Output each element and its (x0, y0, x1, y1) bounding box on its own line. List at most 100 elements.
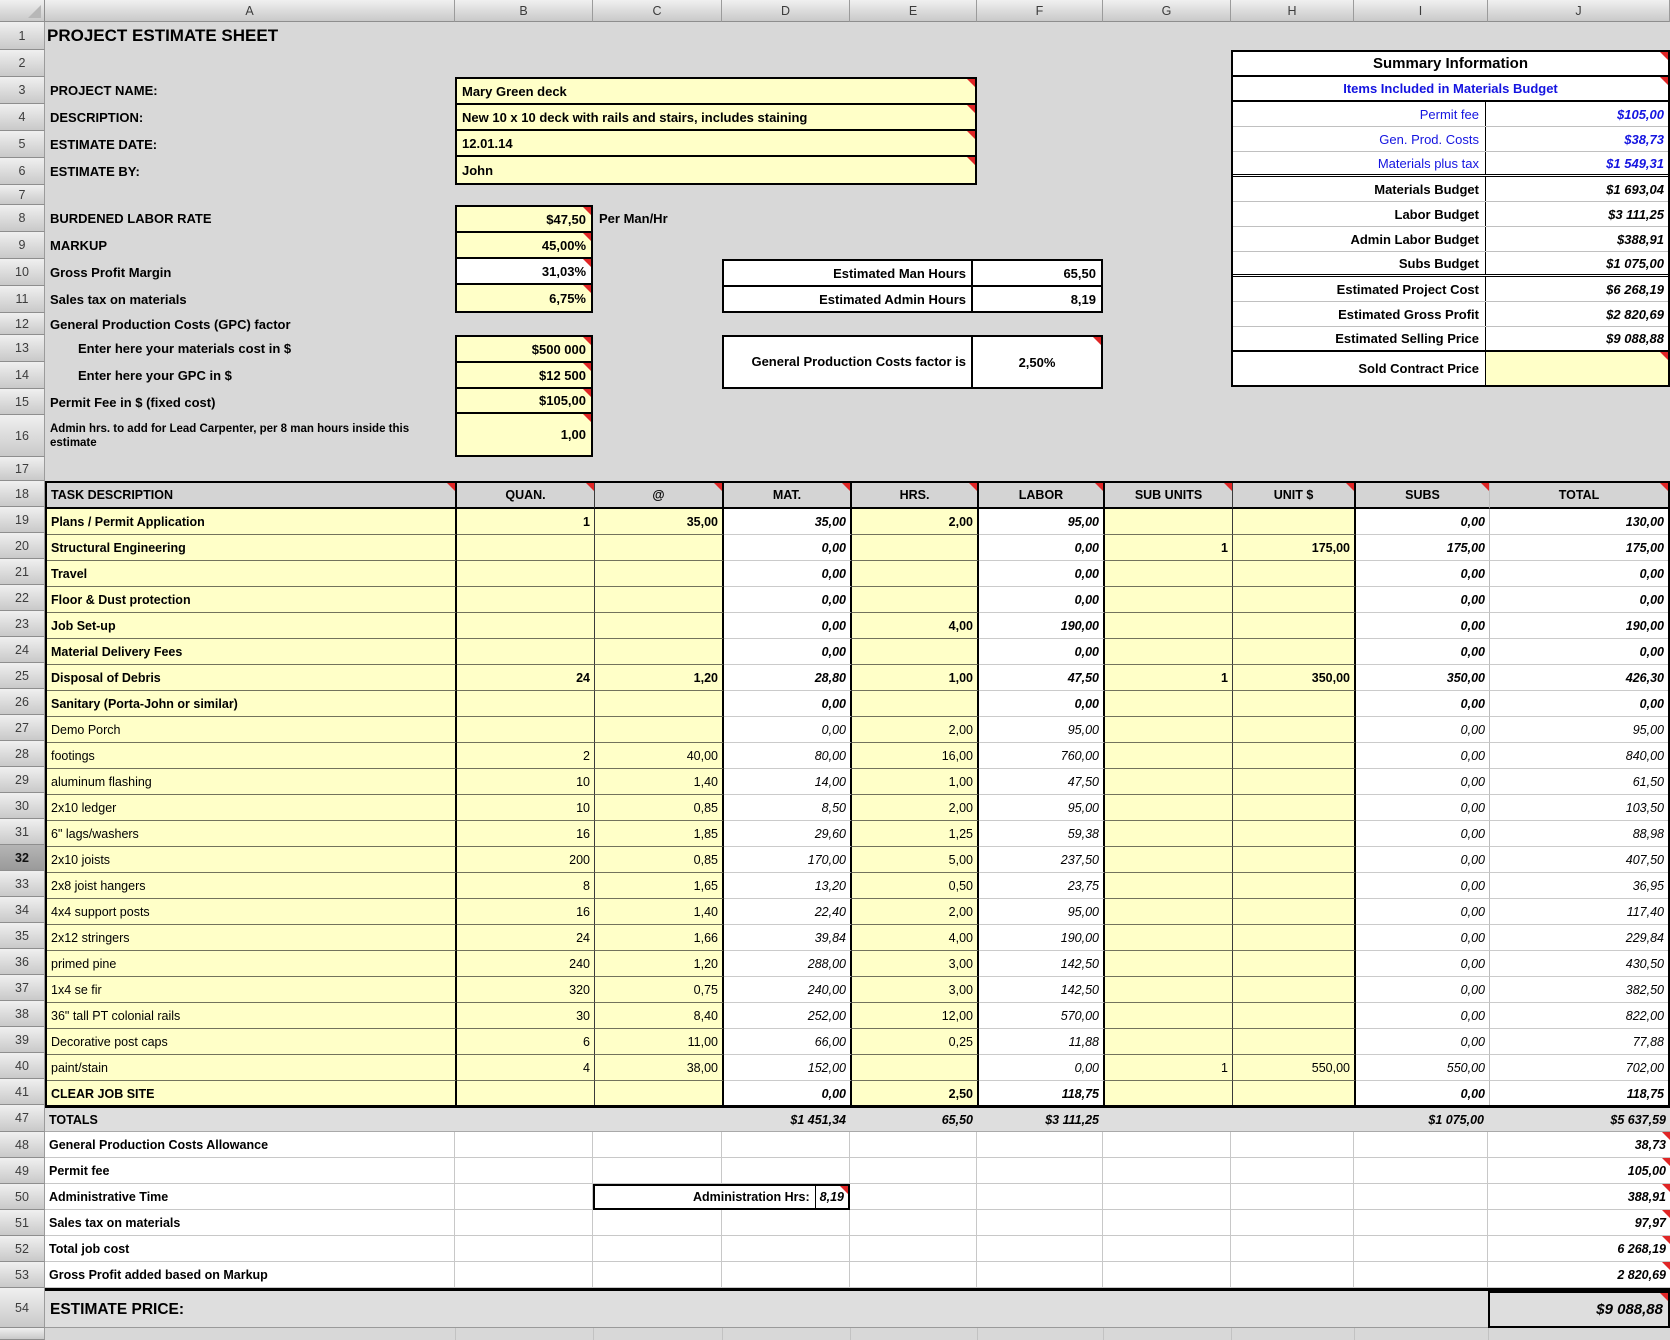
cell-at-rate[interactable]: 11,00 (595, 1029, 724, 1055)
row-header-partial[interactable] (0, 1328, 45, 1340)
cell-at-rate[interactable]: 1,85 (595, 821, 724, 847)
cell-quan[interactable]: 6 (457, 1029, 595, 1055)
cell-input[interactable]: $105,00 (457, 389, 591, 414)
cell-at-rate[interactable]: 1,20 (595, 665, 724, 691)
row-header-22[interactable]: 22 (0, 585, 45, 611)
column-header-I[interactable]: I (1354, 0, 1488, 22)
cell-unit-price[interactable] (1233, 587, 1356, 613)
cell-unit-price[interactable] (1233, 847, 1356, 873)
cell-at-rate[interactable] (595, 691, 724, 717)
cell-sub-units[interactable] (1105, 509, 1233, 535)
cell-sub-units[interactable] (1105, 1081, 1233, 1107)
cell-at-rate[interactable]: 38,00 (595, 1055, 724, 1081)
cell-unit-price[interactable] (1233, 691, 1356, 717)
row-header-19[interactable]: 19 (0, 507, 45, 533)
cell-input[interactable]: John (457, 157, 975, 183)
cell-input[interactable]: 6,75% (457, 285, 591, 311)
cell-unit-price[interactable] (1233, 795, 1356, 821)
row-header-52[interactable]: 52 (0, 1236, 45, 1262)
row-header-37[interactable]: 37 (0, 975, 45, 1001)
row-header-26[interactable]: 26 (0, 689, 45, 715)
row-header-53[interactable]: 53 (0, 1262, 45, 1288)
row-header-50[interactable]: 50 (0, 1184, 45, 1210)
cell-quan[interactable]: 16 (457, 899, 595, 925)
cell-task-desc[interactable]: 2x12 stringers (47, 925, 457, 951)
cell-sub-units[interactable] (1105, 951, 1233, 977)
cell-hrs[interactable] (852, 535, 979, 561)
cell-task-desc[interactable]: 6" lags/washers (47, 821, 457, 847)
cell-unit-price[interactable] (1233, 717, 1356, 743)
cell-hrs[interactable]: 2,00 (852, 899, 979, 925)
cell-task-desc[interactable]: 2x10 joists (47, 847, 457, 873)
row-header-29[interactable]: 29 (0, 767, 45, 793)
row-header-2[interactable]: 2 (0, 50, 45, 77)
row-header-18[interactable]: 18 (0, 481, 45, 507)
row-header-20[interactable]: 20 (0, 533, 45, 559)
cell-quan[interactable]: 200 (457, 847, 595, 873)
cell-hrs[interactable] (852, 587, 979, 613)
cell-hrs[interactable]: 2,00 (852, 509, 979, 535)
cell-unit-price[interactable] (1233, 873, 1356, 899)
cell-sub-units[interactable] (1105, 1003, 1233, 1029)
cell-sub-units[interactable] (1105, 639, 1233, 665)
cell-sub-units[interactable] (1105, 743, 1233, 769)
cell-unit-price[interactable]: 175,00 (1233, 535, 1356, 561)
cell-quan[interactable]: 320 (457, 977, 595, 1003)
cell-quan[interactable] (457, 1081, 595, 1107)
cell-at-rate[interactable] (595, 561, 724, 587)
cell-sub-units[interactable] (1105, 613, 1233, 639)
row-header-6[interactable]: 6 (0, 158, 45, 185)
row-header-51[interactable]: 51 (0, 1210, 45, 1236)
row-header-13[interactable]: 13 (0, 335, 45, 362)
cell-sub-units[interactable]: 1 (1105, 535, 1233, 561)
row-header-15[interactable]: 15 (0, 389, 45, 415)
row-header-17[interactable]: 17 (0, 457, 45, 481)
cell-hrs[interactable]: 3,00 (852, 951, 979, 977)
cell-task-desc[interactable]: Demo Porch (47, 717, 457, 743)
row-header-31[interactable]: 31 (0, 819, 45, 845)
row-header-24[interactable]: 24 (0, 637, 45, 663)
column-header--[interactable]: @ (595, 483, 724, 509)
column-header-H[interactable]: H (1231, 0, 1354, 22)
cell-unit-price[interactable] (1233, 951, 1356, 977)
row-header-21[interactable]: 21 (0, 559, 45, 585)
cell-hrs[interactable]: 1,25 (852, 821, 979, 847)
cell-sub-units[interactable] (1105, 873, 1233, 899)
cell-input[interactable]: 12.01.14 (457, 131, 975, 157)
cell-task-desc[interactable]: aluminum flashing (47, 769, 457, 795)
cell-sub-units[interactable] (1105, 691, 1233, 717)
row-header-39[interactable]: 39 (0, 1027, 45, 1053)
cell-at-rate[interactable]: 1,40 (595, 899, 724, 925)
cell-unit-price[interactable] (1233, 743, 1356, 769)
column-header-labor[interactable]: LABOR (979, 483, 1105, 509)
row-header-25[interactable]: 25 (0, 663, 45, 689)
column-header-unit-[interactable]: UNIT $ (1233, 483, 1356, 509)
cell-task-desc[interactable]: CLEAR JOB SITE (47, 1081, 457, 1107)
cell-hrs[interactable]: 0,50 (852, 873, 979, 899)
cell-unit-price[interactable] (1233, 613, 1356, 639)
cell-task-desc[interactable]: 2x8 joist hangers (47, 873, 457, 899)
cell-at-rate[interactable] (595, 587, 724, 613)
cell-quan[interactable] (457, 613, 595, 639)
cell-at-rate[interactable]: 35,00 (595, 509, 724, 535)
row-header-4[interactable]: 4 (0, 104, 45, 131)
row-header-32[interactable]: 32 (0, 845, 45, 871)
cell-quan[interactable] (457, 587, 595, 613)
cell-hrs[interactable] (852, 1055, 979, 1081)
cell-input[interactable]: 31,03% (457, 259, 591, 285)
cell-sub-units[interactable] (1105, 717, 1233, 743)
cell-task-desc[interactable]: Disposal of Debris (47, 665, 457, 691)
cell-at-rate[interactable]: 1,40 (595, 769, 724, 795)
cell-task-desc[interactable]: footings (47, 743, 457, 769)
column-header-sub-units[interactable]: SUB UNITS (1105, 483, 1233, 509)
cell-task-desc[interactable]: 36" tall PT colonial rails (47, 1003, 457, 1029)
cell-hrs[interactable]: 1,00 (852, 769, 979, 795)
cell-quan[interactable] (457, 691, 595, 717)
select-all-corner[interactable] (0, 0, 45, 22)
cell-at-rate[interactable]: 1,66 (595, 925, 724, 951)
cell-quan[interactable] (457, 561, 595, 587)
cell-sub-units[interactable] (1105, 899, 1233, 925)
cell-at-rate[interactable]: 0,85 (595, 795, 724, 821)
column-header-mat-[interactable]: MAT. (724, 483, 852, 509)
cell-quan[interactable]: 24 (457, 665, 595, 691)
